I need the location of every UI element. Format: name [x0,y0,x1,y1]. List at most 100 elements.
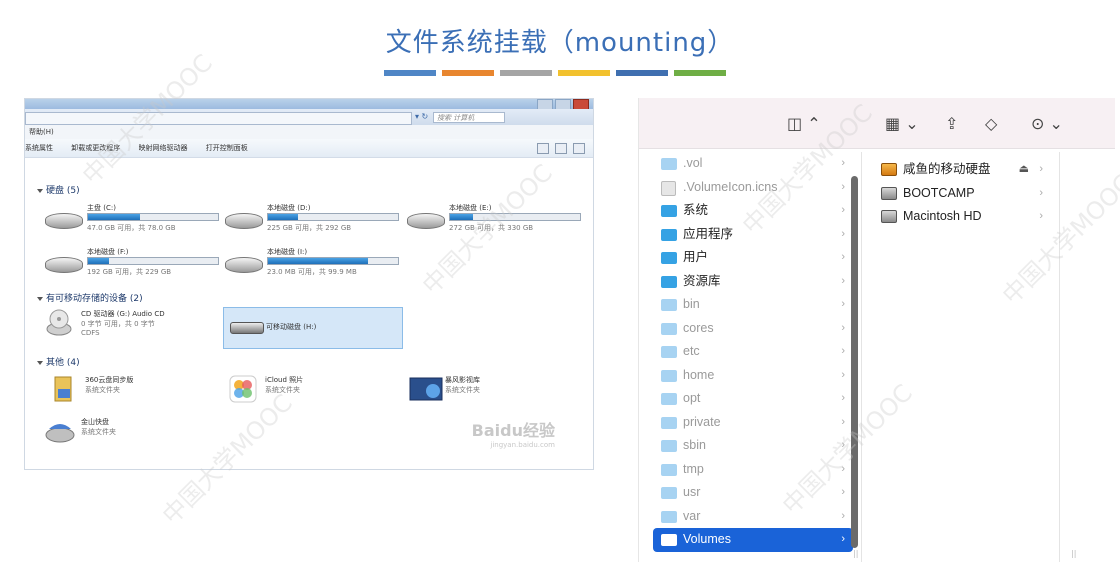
finder-item-vol[interactable]: .vol › [653,152,853,176]
finder-item-volumes[interactable]: Volumes › [653,528,853,552]
drive-icon [45,417,75,445]
finder-item-var[interactable]: var › [653,505,853,529]
finder-item-[interactable]: 系统 › [653,199,853,223]
finder-item-label: .vol [683,156,703,170]
chevron-right-icon: › [841,439,845,451]
eject-icon[interactable]: ⏏ [1019,158,1029,182]
photos-icon [229,375,257,403]
column-resize-handle[interactable]: || [1071,549,1076,558]
tag-icon[interactable]: ◇ [985,114,997,133]
finder-item-opt[interactable]: opt › [653,387,853,411]
finder-item-bin[interactable]: bin › [653,293,853,317]
finder-item-label: 资源库 [683,273,721,288]
finder-item-label: sbin [683,438,706,452]
share-icon[interactable]: ⇪ [945,114,958,133]
column-view-icon[interactable]: ◫ ⌃ [787,114,821,133]
column-divider[interactable] [1059,152,1060,562]
finder-item-label: 应用程序 [683,226,734,241]
other-name: iCloud 照片 [265,376,304,384]
usage-bar [87,213,219,221]
column-divider[interactable] [861,152,862,562]
hard-disk-icon [45,213,83,229]
column-resize-handle[interactable]: || [853,549,858,558]
address-bar[interactable] [25,112,412,125]
folder-icon [661,346,677,358]
scrollbar[interactable] [851,176,858,548]
finder-item-[interactable]: 用户 › [653,246,853,270]
finder-item-[interactable]: 资源库 › [653,270,853,294]
more-actions-icon[interactable]: ⊙ ⌄ [1031,114,1063,133]
stripe [674,70,726,76]
finder-item-label: tmp [683,461,704,476]
mac-finder-window: ◫ ⌃ ▦ ⌄ ⇪ ◇ ⊙ ⌄ .vol › .VolumeIcon.icns › 系统… [638,98,1115,562]
usage-bar [267,257,399,265]
chevron-right-icon: › [841,462,845,475]
refresh-icon[interactable]: ▾ ↻ [415,112,428,121]
volume-label: 咸鱼的移动硬盘 [903,162,991,176]
finder-item-label: bin [683,297,700,311]
finder-item-label: home [683,367,715,382]
folder-icon [661,299,677,311]
group-icon[interactable]: ▦ ⌄ [885,114,919,133]
finder-item-[interactable]: 应用程序 › [653,223,853,247]
chevron-right-icon: › [841,298,845,310]
finder-item-label: usr [683,485,701,499]
stripe [384,70,436,76]
other-type: 系统文件夹 [81,428,116,436]
finder-item-etc[interactable]: etc › [653,340,853,364]
folder-icon [661,228,677,241]
finder-item-label: 用户 [683,250,709,264]
volume-item[interactable]: Macintosh HD › [871,205,1051,229]
folder-icon [49,375,77,403]
folder-icon [661,322,677,335]
toolbar-uninstall[interactable]: 卸载或更改程序 [71,144,120,152]
other-type: 系统文件夹 [265,386,300,394]
chevron-right-icon: › [841,533,845,545]
volume-item[interactable]: 咸鱼的移动硬盘 ⏏ › [871,158,1051,182]
search-input[interactable]: 搜索 计算机 [433,112,505,123]
drive-f[interactable]: 本地磁盘 (F:) 192 GB 可用，共 229 GB [45,247,221,287]
drive-name: 本地磁盘 (F:) [87,248,129,256]
menu-help[interactable]: 帮助(H) [29,128,54,136]
group-hdd[interactable]: 硬盘 (5) [37,183,80,196]
folder-icon [661,510,677,523]
document-icon [661,180,676,196]
stripe [616,70,668,76]
finder-item-tmp[interactable]: tmp › [653,458,853,482]
finder-item-label: opt [683,391,701,405]
removable-disk-label: 可移动磁盘 (H:) [266,323,317,331]
finder-item-label: 系统 [683,203,709,217]
chevron-right-icon: › [841,321,845,334]
chevron-right-icon: › [841,368,845,381]
other-name: 360云盘同步版 [85,376,134,384]
toolbar-map-drive[interactable]: 映射网络驱动器 [138,144,187,152]
hard-disk-icon [407,213,445,229]
drive-e[interactable]: 本地磁盘 (E:) 272 GB 可用，共 330 GB [407,203,583,243]
view-options-icon[interactable] [537,143,549,154]
chevron-right-icon: › [841,180,845,193]
finder-item-volumeiconicns[interactable]: .VolumeIcon.icns › [653,176,853,200]
drive-i[interactable]: 本地磁盘 (I:) 23.0 MB 可用，共 99.9 MB [225,247,401,287]
help-icon[interactable] [573,143,585,154]
preview-pane-icon[interactable] [555,143,567,154]
drive-d[interactable]: 本地磁盘 (D:) 225 GB 可用，共 292 GB [225,203,401,243]
finder-item-usr[interactable]: usr › [653,481,853,505]
finder-item-private[interactable]: private › [653,411,853,435]
volume-item[interactable]: BOOTCAMP › [871,182,1051,206]
volume-label: Macintosh HD [903,209,982,223]
folder-icon [661,393,677,405]
toolbar-system-properties[interactable]: 系统属性 [25,144,53,152]
folder-icon [661,252,677,264]
toolbar-control-panel[interactable]: 打开控制面板 [206,144,248,152]
hard-disk-icon [225,213,263,229]
group-other[interactable]: 其他 (4) [37,355,80,368]
drive-c[interactable]: 主盘 (C:) 47.0 GB 可用，共 78.0 GB [45,203,221,243]
finder-item-home[interactable]: home › [653,364,853,388]
finder-item-sbin[interactable]: sbin › [653,434,853,458]
stripe [500,70,552,76]
chevron-right-icon: › [1039,163,1043,175]
finder-item-label: Volumes [683,532,731,546]
group-removable[interactable]: 有可移动存储的设备 (2) [37,291,143,304]
finder-item-cores[interactable]: cores › [653,317,853,341]
removable-disk-h[interactable]: 可移动磁盘 (H:) [223,307,403,349]
